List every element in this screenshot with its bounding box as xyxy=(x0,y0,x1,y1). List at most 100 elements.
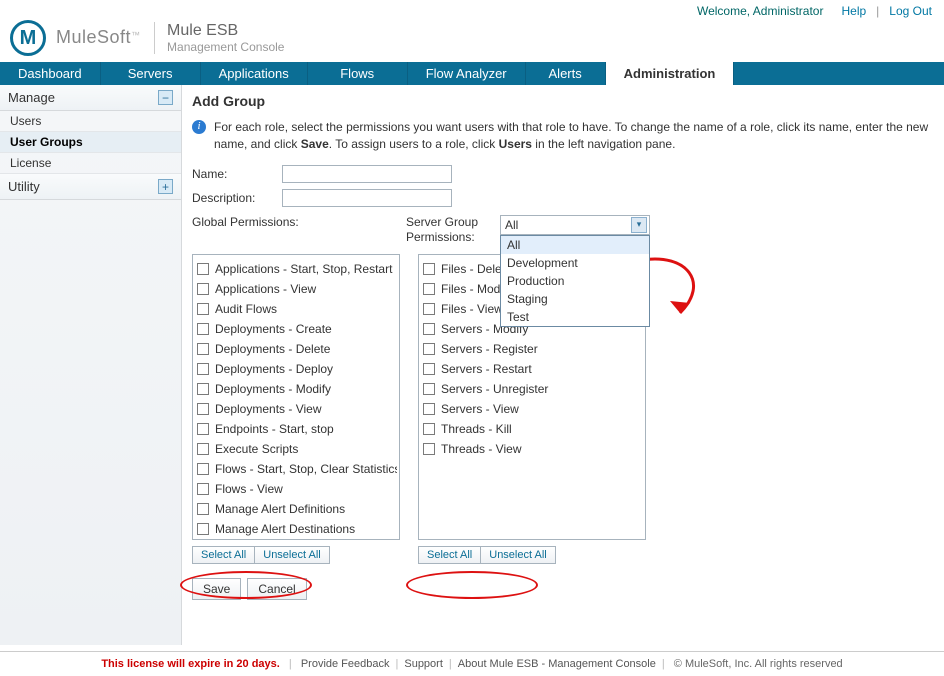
checkbox[interactable] xyxy=(423,383,435,395)
save-button[interactable]: Save xyxy=(192,578,241,600)
server-group-combo[interactable]: All ▾ xyxy=(500,215,650,235)
global-select-all-button[interactable]: Select All xyxy=(192,546,255,564)
checkbox[interactable] xyxy=(197,383,209,395)
name-input[interactable] xyxy=(282,165,452,183)
global-unselect-all-button[interactable]: Unselect All xyxy=(255,546,329,564)
permissions-header-row: Global Permissions: Server Group Permiss… xyxy=(192,215,934,246)
server-group-options: AllDevelopmentProductionStagingTest xyxy=(500,235,650,327)
checkbox[interactable] xyxy=(197,463,209,475)
permission-row: Threads - View xyxy=(421,439,643,459)
checkbox[interactable] xyxy=(197,523,209,535)
checkbox[interactable] xyxy=(423,283,435,295)
checkbox[interactable] xyxy=(423,323,435,335)
permission-label: Threads - View xyxy=(441,442,521,456)
combo-option-development[interactable]: Development xyxy=(501,254,649,272)
chevron-down-icon[interactable]: ▾ xyxy=(631,217,647,233)
checkbox[interactable] xyxy=(197,423,209,435)
checkbox[interactable] xyxy=(197,483,209,495)
sidebar-item-user-groups[interactable]: User Groups xyxy=(0,132,181,153)
nav-tab-flow-analyzer[interactable]: Flow Analyzer xyxy=(408,62,526,85)
checkbox[interactable] xyxy=(197,303,209,315)
checkbox[interactable] xyxy=(197,343,209,355)
permission-label: Endpoints - Start, stop xyxy=(215,422,334,436)
footer-link-about-mule-esb-management-console[interactable]: About Mule ESB - Management Console xyxy=(458,658,656,670)
combo-option-staging[interactable]: Staging xyxy=(501,290,649,308)
expand-icon[interactable]: + xyxy=(158,179,173,194)
info-text: For each role, select the permissions yo… xyxy=(214,119,934,153)
combo-option-production[interactable]: Production xyxy=(501,272,649,290)
name-label: Name: xyxy=(192,167,282,181)
combo-option-all[interactable]: All xyxy=(501,236,649,254)
nav-tab-dashboard[interactable]: Dashboard xyxy=(0,62,101,85)
checkbox[interactable] xyxy=(423,363,435,375)
sidebar-item-license[interactable]: License xyxy=(0,153,181,174)
permission-label: Deployments - View xyxy=(215,402,322,416)
top-utility-bar: Welcome, Administrator Help | Log Out xyxy=(0,0,944,20)
checkbox[interactable] xyxy=(197,443,209,455)
permission-label: Execute Scripts xyxy=(215,442,298,456)
permission-row: Deployments - Create xyxy=(195,319,397,339)
description-label: Description: xyxy=(192,191,282,205)
permission-label: Manage Alert Definitions xyxy=(215,502,345,516)
info-icon: i xyxy=(192,120,206,134)
server-select-all-button[interactable]: Select All xyxy=(418,546,481,564)
permission-label: Applications - View xyxy=(215,282,316,296)
permission-label: Flows - View xyxy=(215,482,283,496)
copyright-text: © MuleSoft, Inc. All rights reserved xyxy=(674,658,843,670)
checkbox[interactable] xyxy=(423,403,435,415)
footer-link-support[interactable]: Support xyxy=(404,658,443,670)
permission-label: Deployments - Deploy xyxy=(215,362,333,376)
global-permissions-list[interactable]: Applications - Start, Stop, RestartAppli… xyxy=(192,254,400,540)
checkbox[interactable] xyxy=(197,263,209,275)
checkbox[interactable] xyxy=(197,323,209,335)
action-buttons: Save Cancel xyxy=(192,578,934,600)
sidebar-item-users[interactable]: Users xyxy=(0,111,181,132)
brand-product: Mule ESB Management Console xyxy=(154,22,284,54)
permission-row: Flows - View xyxy=(195,479,397,499)
permission-row: Servers - Restart xyxy=(421,359,643,379)
permission-row: Execute Scripts xyxy=(195,439,397,459)
nav-tab-flows[interactable]: Flows xyxy=(308,62,408,85)
permission-label: Servers - View xyxy=(441,402,519,416)
permission-row: Flows - Start, Stop, Clear Statistics xyxy=(195,459,397,479)
permission-label: Deployments - Delete xyxy=(215,342,330,356)
permission-row: Servers - Register xyxy=(421,339,643,359)
permission-row: Deployments - Deploy xyxy=(195,359,397,379)
footer-link-provide-feedback[interactable]: Provide Feedback xyxy=(301,658,390,670)
permission-row: Applications - View xyxy=(195,279,397,299)
nav-tab-applications[interactable]: Applications xyxy=(201,62,308,85)
page-title: Add Group xyxy=(192,93,934,109)
nav-tab-administration[interactable]: Administration xyxy=(606,62,735,85)
server-group-dropdown[interactable]: All ▾ AllDevelopmentProductionStagingTes… xyxy=(500,215,650,235)
nav-tab-servers[interactable]: Servers xyxy=(101,62,201,85)
checkbox[interactable] xyxy=(197,363,209,375)
cancel-button[interactable]: Cancel xyxy=(247,578,306,600)
footer: This license will expire in 20 days. | P… xyxy=(0,651,944,676)
main-nav: DashboardServersApplicationsFlowsFlow An… xyxy=(0,62,944,85)
permission-label: Audit Flows xyxy=(215,302,277,316)
checkbox[interactable] xyxy=(423,423,435,435)
checkbox[interactable] xyxy=(197,403,209,415)
sidebar-section-utility[interactable]: Utility+ xyxy=(0,174,181,200)
sidebar-section-manage[interactable]: Manage− xyxy=(0,85,181,111)
permission-row: Servers - Unregister xyxy=(421,379,643,399)
checkbox[interactable] xyxy=(197,503,209,515)
collapse-icon[interactable]: − xyxy=(158,90,173,105)
permission-label: Servers - Unregister xyxy=(441,382,548,396)
server-unselect-all-button[interactable]: Unselect All xyxy=(481,546,555,564)
description-input[interactable] xyxy=(282,189,452,207)
checkbox[interactable] xyxy=(423,263,435,275)
checkbox[interactable] xyxy=(423,443,435,455)
permission-row: Servers - View xyxy=(421,399,643,419)
combo-option-test[interactable]: Test xyxy=(501,308,649,326)
help-link[interactable]: Help xyxy=(841,4,866,18)
description-row: Description: xyxy=(192,189,934,207)
nav-tab-alerts[interactable]: Alerts xyxy=(526,62,606,85)
checkbox[interactable] xyxy=(197,283,209,295)
checkbox[interactable] xyxy=(423,303,435,315)
permission-label: Files - View xyxy=(441,302,503,316)
logout-link[interactable]: Log Out xyxy=(889,4,932,18)
combo-value: All xyxy=(505,218,518,232)
checkbox[interactable] xyxy=(423,343,435,355)
permission-row: Audit Flows xyxy=(195,299,397,319)
